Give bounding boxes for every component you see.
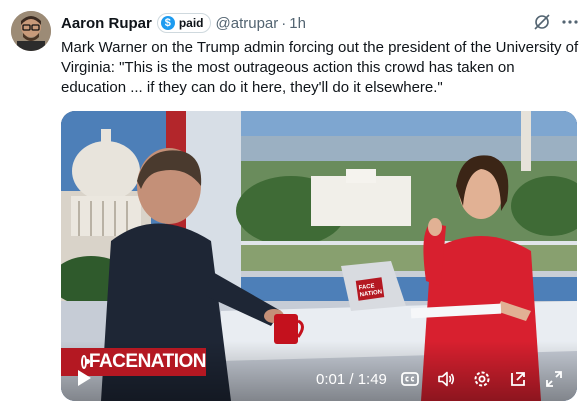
avatar-photo	[11, 11, 51, 51]
fullscreen-icon[interactable]	[544, 369, 564, 389]
author-name[interactable]: Aaron Rupar	[61, 15, 152, 32]
logo-right: NATION	[137, 351, 207, 372]
video-player[interactable]: FACE NATION FACE NATION 0:01 / 1:49	[61, 111, 577, 401]
pop-out-icon[interactable]	[508, 369, 528, 389]
cbs-eye-icon	[81, 355, 90, 369]
captions-icon[interactable]	[400, 369, 420, 389]
separator: ·	[281, 14, 287, 32]
logo-left: FACE	[88, 351, 138, 372]
tweet-time[interactable]: 1h	[289, 15, 306, 32]
tweet-header: Aaron Rupar $ paid @atrupar · 1h	[61, 13, 306, 33]
settings-icon[interactable]	[472, 369, 492, 389]
dollar-icon: $	[160, 16, 175, 30]
play-icon[interactable]	[75, 369, 93, 387]
author-avatar[interactable]	[11, 11, 51, 51]
paid-badge-label: paid	[178, 16, 204, 30]
paid-badge[interactable]: $ paid	[156, 13, 211, 33]
author-handle[interactable]: @atrupar	[216, 15, 279, 32]
more-options-icon[interactable]	[560, 12, 580, 32]
time-display: 0:01 / 1:49	[316, 371, 387, 388]
volume-icon[interactable]	[436, 369, 456, 389]
tweet-text: Mark Warner on the Trump admin forcing o…	[61, 39, 579, 96]
grok-icon[interactable]	[532, 12, 552, 32]
